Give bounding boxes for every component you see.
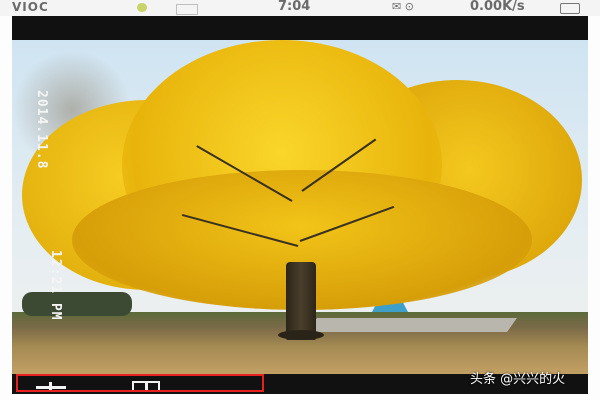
hedge xyxy=(22,292,132,316)
clock: 7:04 xyxy=(278,0,311,14)
ginkgo-tree-photo: 2014.11.8 12:21 PM xyxy=(12,40,588,374)
top-black-bar xyxy=(12,16,588,40)
image-notification-icon xyxy=(176,4,198,15)
signal-icon: ✉ ⊙ xyxy=(392,0,414,13)
photo-time-stamp: 12:21 PM xyxy=(48,250,63,321)
network-speed: 0.00K/s xyxy=(470,0,525,14)
right-margin xyxy=(588,16,600,400)
carrier-label: VIOC xyxy=(12,0,49,14)
photo-date-stamp: 2014.11.8 xyxy=(34,90,49,170)
tree-trunk xyxy=(286,262,316,340)
battery-icon xyxy=(560,3,580,14)
tree-trunk-base xyxy=(278,330,324,340)
nav-menu-icon[interactable] xyxy=(132,381,160,390)
nav-back-icon[interactable] xyxy=(36,382,66,390)
footpath xyxy=(307,318,517,332)
left-margin xyxy=(0,16,12,400)
source-watermark: 头条 @兴兴的火 xyxy=(470,372,566,387)
status-bar: VIOC 7:04 ✉ ⊙ 0.00K/s xyxy=(0,0,600,16)
bottom-margin xyxy=(0,394,600,400)
notification-icon xyxy=(137,3,147,12)
